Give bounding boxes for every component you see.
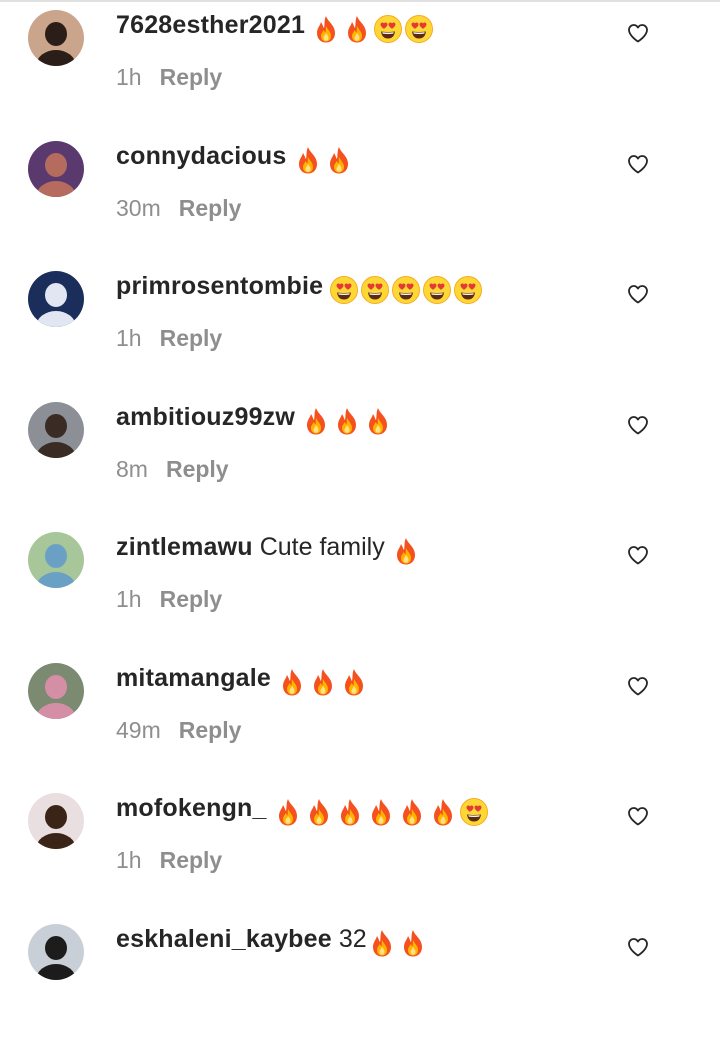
comment-meta: 30m Reply [116, 193, 241, 223]
comment-meta: 1h Reply [116, 845, 222, 875]
fire-emoji [311, 14, 341, 44]
username[interactable]: mitamangale [116, 664, 271, 692]
fire-emoji [335, 797, 365, 827]
comment-text: mofokengn_ [116, 793, 490, 827]
heart-eyes-emoji [329, 275, 359, 305]
comment-text: primrosentombie [116, 271, 484, 305]
comment-row: primrosentombie 1h Reply [0, 271, 720, 402]
heart-eyes-emoji [422, 275, 452, 305]
avatar[interactable] [28, 271, 84, 327]
comment-meta: 1h Reply [116, 62, 222, 92]
comment-text: ambitiouz99zw [116, 402, 394, 436]
comment-text: mitamangale [116, 663, 370, 697]
reply-button[interactable]: Reply [166, 456, 229, 482]
fire-emoji [293, 145, 323, 175]
heart-eyes-emoji [404, 14, 434, 44]
emoji-group [277, 667, 370, 697]
comment-row: ambitiouz99zw 8m Reply [0, 402, 720, 533]
username[interactable]: connydacious [116, 142, 287, 170]
heart-outline-icon[interactable] [626, 543, 650, 567]
heart-outline-icon[interactable] [626, 152, 650, 176]
reply-button[interactable]: Reply [160, 325, 223, 351]
comment-text: zintlemawu Cute family [116, 532, 422, 566]
avatar[interactable] [28, 663, 84, 719]
comment-text: eskhaleni_kaybee 32 [116, 924, 429, 958]
comment-row: eskhaleni_kaybee 32 [0, 924, 720, 1055]
avatar[interactable] [28, 793, 84, 849]
fire-emoji [342, 14, 372, 44]
timestamp: 49m [116, 717, 161, 743]
avatar[interactable] [28, 924, 84, 980]
reply-button[interactable]: Reply [160, 586, 223, 612]
timestamp: 8m [116, 456, 148, 482]
reply-button[interactable]: Reply [179, 717, 242, 743]
comment-row: zintlemawu Cute family 1h Reply [0, 532, 720, 663]
timestamp: 1h [116, 64, 142, 90]
emoji-group [391, 536, 422, 566]
heart-eyes-emoji [373, 14, 403, 44]
fire-emoji [273, 797, 303, 827]
username[interactable]: eskhaleni_kaybee [116, 925, 332, 953]
emoji-group [293, 145, 355, 175]
comment-row: 7628esther2021 1h Reply [0, 10, 720, 141]
comment-text: connydacious [116, 141, 355, 175]
comment-meta: 1h Reply [116, 584, 222, 614]
top-divider [0, 0, 720, 2]
fire-emoji [367, 928, 397, 958]
heart-eyes-emoji [360, 275, 390, 305]
comment-text: 7628esther2021 [116, 10, 435, 44]
fire-emoji [301, 406, 331, 436]
comment-meta: 1h Reply [116, 323, 222, 353]
avatar[interactable] [28, 402, 84, 458]
fire-emoji [428, 797, 458, 827]
comment-meta: 49m Reply [116, 715, 241, 745]
emoji-group [311, 14, 435, 44]
timestamp: 1h [116, 847, 142, 873]
fire-emoji [366, 797, 396, 827]
avatar[interactable] [28, 141, 84, 197]
avatar[interactable] [28, 532, 84, 588]
timestamp: 1h [116, 325, 142, 351]
emoji-group [273, 797, 490, 827]
comment-body: 32 [338, 925, 367, 953]
heart-eyes-emoji [459, 797, 489, 827]
heart-outline-icon[interactable] [626, 413, 650, 437]
emoji-group [329, 275, 484, 305]
heart-outline-icon[interactable] [626, 282, 650, 306]
reply-button[interactable]: Reply [179, 195, 242, 221]
comment-row: mitamangale 49m Reply [0, 663, 720, 794]
fire-emoji [391, 536, 421, 566]
fire-emoji [339, 667, 369, 697]
fire-emoji [277, 667, 307, 697]
username[interactable]: primrosentombie [116, 272, 323, 300]
username[interactable]: ambitiouz99zw [116, 403, 295, 431]
fire-emoji [397, 797, 427, 827]
fire-emoji [332, 406, 362, 436]
heart-outline-icon[interactable] [626, 674, 650, 698]
comment-row: connydacious 30m Reply [0, 141, 720, 272]
comment-row: mofokengn_ 1h Reply [0, 793, 720, 924]
avatar[interactable] [28, 10, 84, 66]
fire-emoji [398, 928, 428, 958]
username[interactable]: zintlemawu [116, 533, 253, 561]
heart-eyes-emoji [391, 275, 421, 305]
reply-button[interactable]: Reply [160, 64, 223, 90]
emoji-group [367, 928, 429, 958]
reply-button[interactable]: Reply [160, 847, 223, 873]
username[interactable]: 7628esther2021 [116, 11, 305, 39]
fire-emoji [363, 406, 393, 436]
timestamp: 1h [116, 586, 142, 612]
comment-meta: 8m Reply [116, 454, 229, 484]
heart-eyes-emoji [453, 275, 483, 305]
fire-emoji [324, 145, 354, 175]
emoji-group [301, 406, 394, 436]
heart-outline-icon[interactable] [626, 21, 650, 45]
fire-emoji [308, 667, 338, 697]
heart-outline-icon[interactable] [626, 935, 650, 959]
heart-outline-icon[interactable] [626, 804, 650, 828]
timestamp: 30m [116, 195, 161, 221]
comment-body: Cute family [259, 533, 385, 561]
username[interactable]: mofokengn_ [116, 794, 267, 822]
fire-emoji [304, 797, 334, 827]
